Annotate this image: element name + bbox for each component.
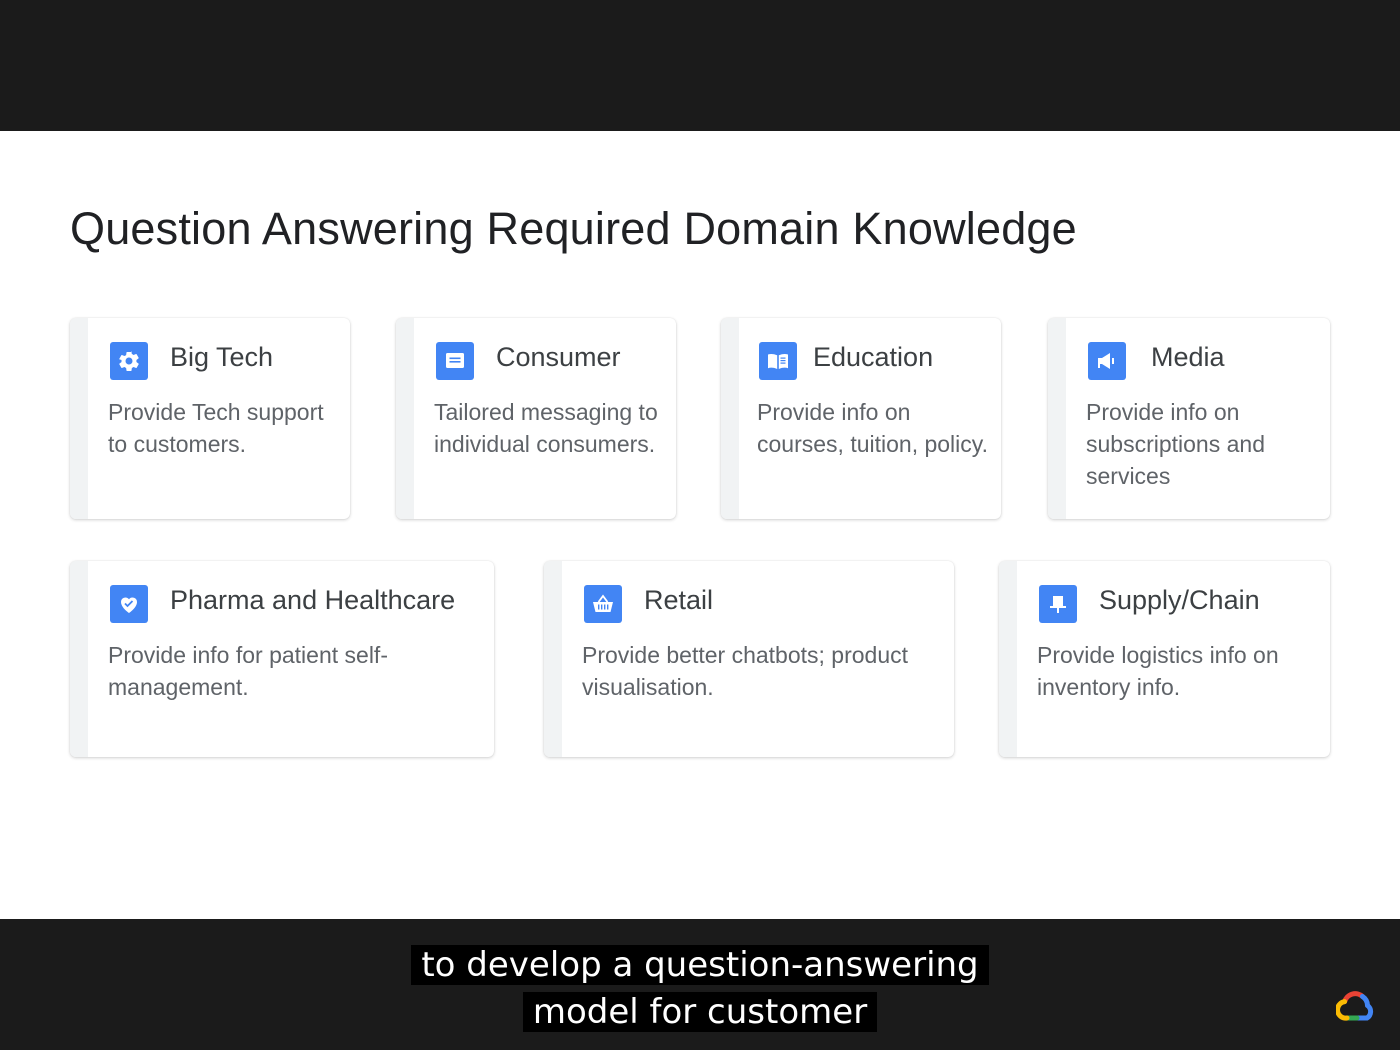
card-education: Education Provide info on courses, tuiti… xyxy=(721,318,1001,519)
card-stripe xyxy=(999,561,1017,757)
card-title: Consumer xyxy=(496,342,621,372)
card-big-tech: Big Tech Provide Tech support to custome… xyxy=(70,318,350,519)
heart-icon xyxy=(110,585,148,623)
card-title: Retail xyxy=(644,585,714,615)
card-title: Education xyxy=(813,342,934,372)
card-supply-chain: Supply/Chain Provide logistics info on i… xyxy=(999,561,1330,757)
card-stripe xyxy=(70,561,88,757)
card-consumer: Consumer Tailored messaging to individua… xyxy=(396,318,676,519)
card-description: Provide Tech support to customers. xyxy=(108,399,324,457)
google-cloud-logo xyxy=(1336,991,1374,1021)
card-media: Media Provide info on subscriptions and … xyxy=(1048,318,1330,519)
gear-icon xyxy=(110,342,148,380)
basket-icon xyxy=(584,585,622,623)
card-title: Big Tech xyxy=(170,342,274,372)
card-stripe xyxy=(70,318,88,519)
card-description: Provide info on subscriptions and servic… xyxy=(1086,399,1265,489)
warehouse-icon xyxy=(1039,585,1077,623)
card-stripe xyxy=(396,318,414,519)
card-title: Media xyxy=(1151,342,1225,372)
card-description: Provide better chatbots; product visuali… xyxy=(582,642,909,700)
caption-line: to develop a question-answering xyxy=(411,945,989,985)
card-stripe xyxy=(1048,318,1066,519)
card-title: Pharma and Healthcare xyxy=(170,585,456,615)
card-stripe xyxy=(721,318,739,519)
caption-line: model for customer xyxy=(522,992,878,1032)
card-stripe xyxy=(544,561,562,757)
video-captions: to develop a question-answering model fo… xyxy=(0,945,1400,1039)
megaphone-icon xyxy=(1088,342,1126,380)
card-description: Tailored messaging to individual consume… xyxy=(434,399,658,457)
card-description: Provide info on courses, tuition, policy… xyxy=(757,399,988,457)
card-description: Provide logistics info on inventory info… xyxy=(1037,642,1279,700)
slide-title: Question Answering Required Domain Knowl… xyxy=(70,203,1077,254)
card-description: Provide info for patient self-management… xyxy=(108,642,388,700)
book-icon xyxy=(759,342,797,380)
message-icon xyxy=(436,342,474,380)
card-pharma-healthcare: Pharma and Healthcare Provide info for p… xyxy=(70,561,494,757)
card-retail: Retail Provide better chatbots; product … xyxy=(544,561,954,757)
presentation-slide: Question Answering Required Domain Knowl… xyxy=(0,131,1400,919)
card-title: Supply/Chain xyxy=(1099,585,1260,615)
